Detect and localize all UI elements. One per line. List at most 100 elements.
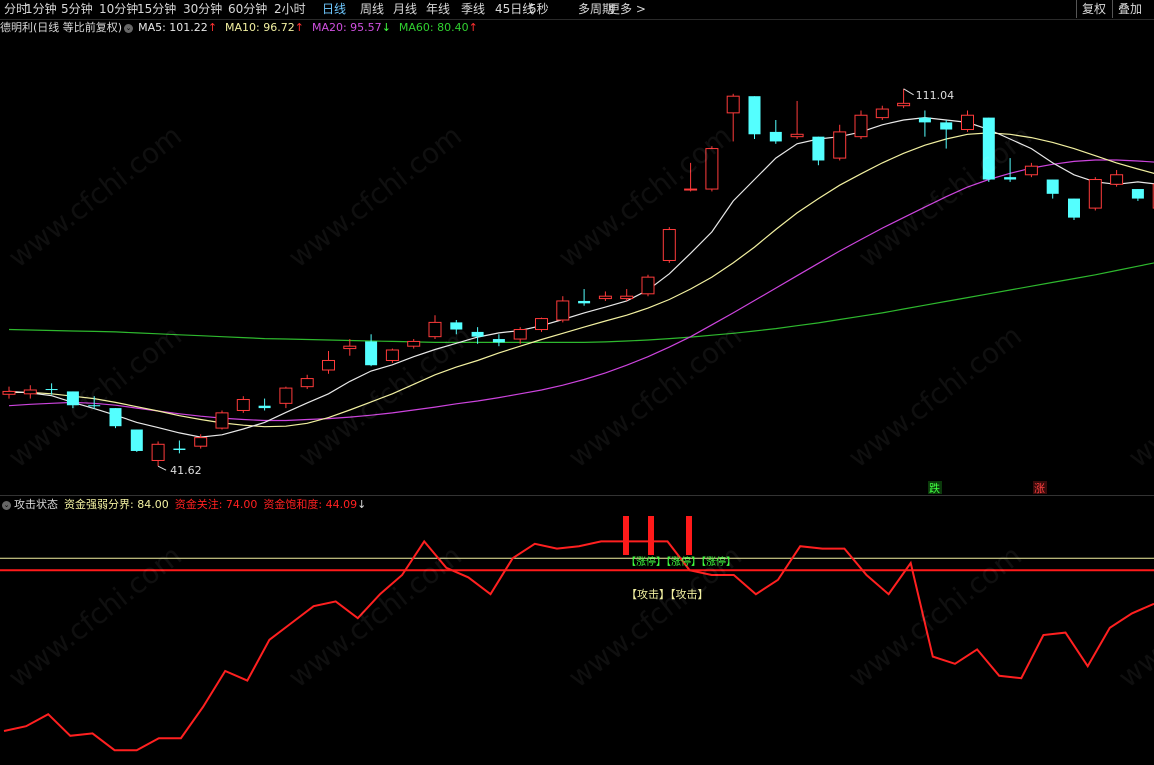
candle-body: [407, 340, 421, 347]
candle[interactable]: [556, 296, 570, 323]
candle[interactable]: [641, 274, 655, 297]
candle[interactable]: [407, 339, 421, 349]
candle-body: [1004, 177, 1017, 180]
candle-body: [535, 318, 548, 331]
period-tab-1[interactable]: 1分钟: [25, 1, 57, 18]
candle[interactable]: [236, 396, 250, 413]
candle-body: [258, 405, 271, 409]
candle-body: [748, 96, 761, 135]
candle[interactable]: [513, 327, 527, 344]
period-toolbar: 分时 1分钟 5分钟 10分钟 15分钟 30分钟 60分钟 2小时 日线 周线 月线 年线 季线 45日…: [0, 0, 1154, 20]
candle[interactable]: [769, 120, 782, 144]
candle-body: [641, 276, 655, 295]
indicator-legend-1: 资金关注: 74.00: [174, 498, 258, 511]
candle-body: [769, 131, 782, 142]
candle[interactable]: [130, 429, 143, 452]
candle[interactable]: [875, 105, 889, 120]
candle[interactable]: [812, 136, 825, 166]
period-tab-9[interactable]: 周线: [360, 1, 384, 18]
candle[interactable]: [1088, 177, 1102, 211]
period-tab-16[interactable]: 更多 >: [608, 1, 646, 18]
candle-body: [833, 131, 847, 159]
candle-body: [578, 300, 591, 304]
period-tab-5[interactable]: 30分钟: [183, 1, 222, 18]
candle[interactable]: [279, 386, 293, 409]
candle-body: [173, 448, 186, 450]
candle[interactable]: [598, 291, 612, 301]
candle[interactable]: [2, 386, 16, 399]
candle-body: [365, 341, 378, 366]
candle[interactable]: [1068, 198, 1080, 220]
candle[interactable]: [578, 289, 591, 306]
period-tab-3[interactable]: 10分钟: [99, 1, 138, 18]
candle[interactable]: [961, 110, 974, 132]
rise-signal-text: 涨: [1034, 482, 1045, 495]
candle-body: [726, 95, 740, 114]
candle[interactable]: [1024, 162, 1038, 178]
candle[interactable]: [215, 410, 229, 430]
candle[interactable]: [173, 440, 186, 454]
period-tab-14[interactable]: 5秒: [529, 1, 549, 18]
period-tab-8[interactable]: 日线: [322, 1, 346, 18]
candle-body: [23, 389, 37, 395]
candle-body: [322, 359, 335, 371]
candle[interactable]: [23, 385, 37, 399]
period-tab-4[interactable]: 15分钟: [137, 1, 176, 18]
candle-body: [918, 117, 931, 123]
candle[interactable]: [322, 350, 335, 374]
sub-legend: ⌄ 攻击状态 资金强弱分界: 84.00 资金关注: 74.00 资金饱和度: 44.0…: [0, 497, 366, 513]
candle[interactable]: [300, 374, 314, 390]
indicator-chart[interactable]: 【涨停】【涨停】【涨停】【攻击】【攻击】: [0, 497, 1154, 761]
ma-arrow-1: ↑: [294, 21, 304, 34]
candle-body: [130, 429, 143, 451]
indicator-panel[interactable]: 【涨停】【涨停】【涨停】 【攻击】【攻击】: [0, 497, 1154, 761]
candle-body: [215, 412, 229, 429]
candle[interactable]: [662, 227, 676, 263]
candle[interactable]: [940, 120, 953, 149]
candle[interactable]: [258, 398, 271, 411]
period-tab-10[interactable]: 月线: [393, 1, 417, 18]
period-tab-11[interactable]: 年线: [426, 1, 450, 18]
period-tab-7[interactable]: 2小时: [274, 1, 306, 18]
period-tab-12[interactable]: 季线: [461, 1, 485, 18]
period-tab-2[interactable]: 5分钟: [61, 1, 93, 18]
candle[interactable]: [535, 317, 548, 332]
candle[interactable]: [1046, 179, 1059, 199]
ma20-line: [8, 159, 1154, 422]
candle[interactable]: [1131, 189, 1144, 201]
ma-legend-1: MA10: 96.72: [225, 21, 295, 34]
candle[interactable]: [109, 408, 122, 429]
candle-body: [1068, 198, 1080, 218]
chevron-down-icon[interactable]: ⌄: [124, 23, 134, 33]
overlay-button[interactable]: 叠加: [1112, 0, 1147, 18]
candle-body: [1110, 174, 1124, 185]
candle-body: [897, 102, 911, 107]
indicator-title: 攻击状态: [14, 498, 58, 511]
candle[interactable]: [790, 100, 804, 140]
candle[interactable]: [1110, 170, 1124, 187]
candle-body: [109, 408, 122, 427]
period-tab-6[interactable]: 60分钟: [228, 1, 267, 18]
fall-signal: 跌: [928, 481, 942, 495]
stock-title: 德明利(日线 等比前复权): [0, 21, 123, 34]
low-marker: [157, 465, 167, 471]
candle[interactable]: [343, 339, 357, 356]
indicator-legend-2: 资金饱和度: 44.09: [263, 498, 358, 511]
chevron-down-icon[interactable]: ⌄: [2, 500, 11, 510]
candle[interactable]: [385, 348, 399, 363]
candle[interactable]: [854, 110, 868, 140]
candle[interactable]: [492, 334, 505, 347]
ma-arrow-3: ↑: [468, 21, 478, 34]
candle-body: [471, 331, 484, 337]
candle[interactable]: [748, 96, 761, 140]
candle[interactable]: [151, 441, 165, 467]
candle-body: [684, 188, 698, 191]
adjust-button[interactable]: 复权: [1076, 0, 1111, 18]
high-price-label: 111.04: [916, 89, 955, 102]
candle[interactable]: [918, 110, 931, 137]
high-marker: [903, 88, 914, 96]
candle[interactable]: [365, 334, 378, 367]
limit-up-bar: [686, 516, 692, 555]
candle-body: [812, 136, 825, 161]
candle[interactable]: [833, 124, 847, 161]
